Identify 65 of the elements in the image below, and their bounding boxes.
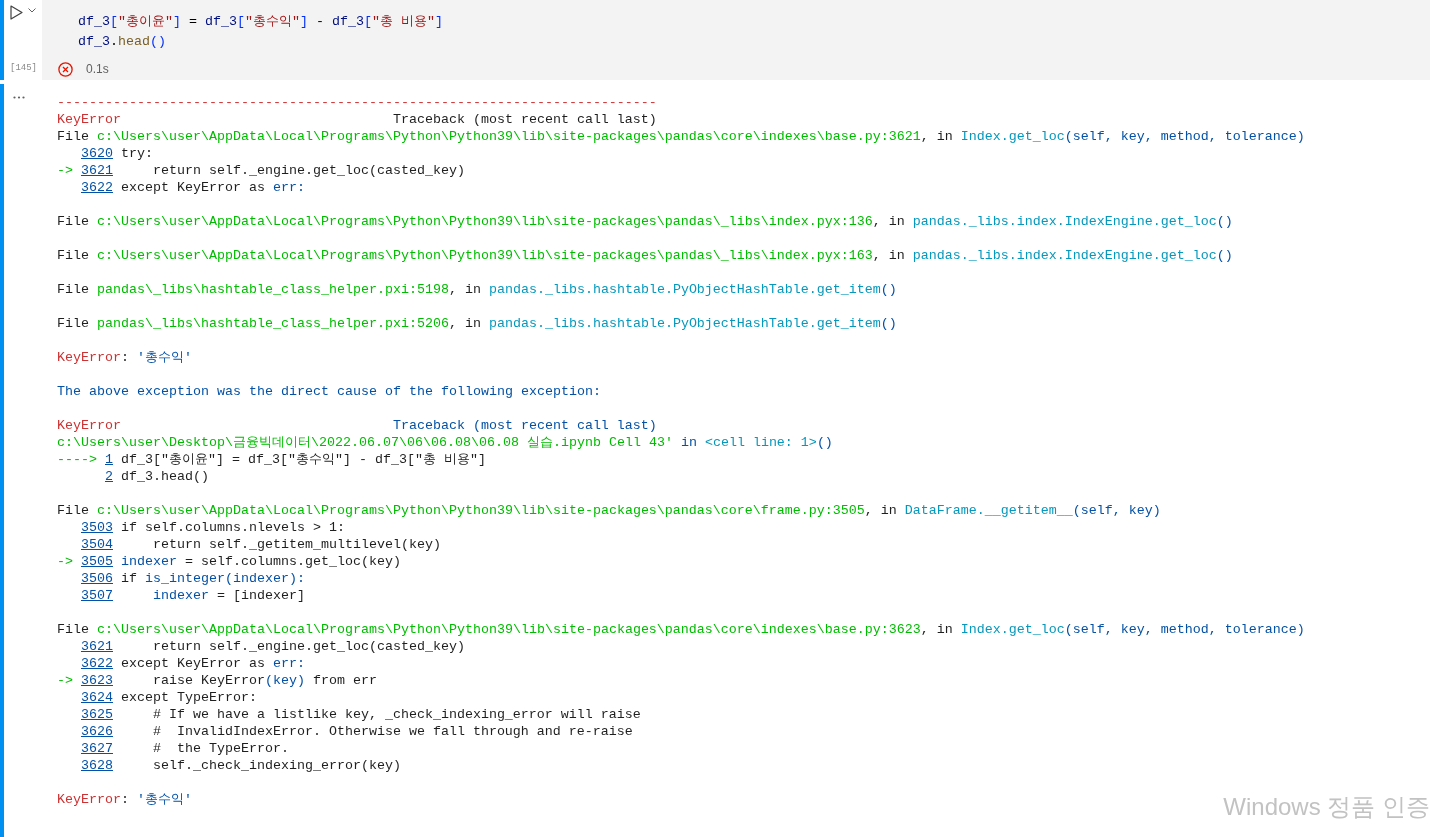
line-number-link[interactable]: 3503 — [81, 519, 113, 536]
current-line-arrow: ----> — [57, 452, 97, 467]
line-number-link[interactable]: 3626 — [81, 723, 113, 740]
code-text: # the TypeError. — [152, 740, 289, 757]
error-name: KeyError — [57, 112, 121, 127]
traceback-heading: Traceback (most recent call last) — [392, 417, 657, 434]
code-text: if is_integer(indexer): — [120, 570, 305, 587]
traceback-heading: Traceback (most recent call last) — [392, 111, 657, 128]
line-number-link[interactable]: 3504 — [81, 536, 113, 553]
code-text: df_3["총이윤"] = df_3["총수익"] - df_3["총 비용"] — [120, 451, 486, 468]
line-number-link[interactable]: 3505 — [81, 553, 113, 570]
line-number-link[interactable]: 3625 — [81, 706, 113, 723]
current-line-arrow: -> — [57, 554, 73, 569]
code-text: # InvalidIndexError. Otherwise we fall through and re-raise — [152, 723, 633, 740]
line-number-link[interactable]: 3622 — [81, 655, 113, 672]
code-text: indexer = [indexer] — [152, 587, 305, 604]
traceback-file-line: File c:\Users\user\AppData\Local\Programs\Python\Python39\lib\site-packages\pandas\core\indexes\base.py:3623, in Index.get_loc(self, key, method, tolerance) — [57, 621, 1305, 638]
error-message: KeyError: '총수익' — [57, 791, 192, 808]
code-text: indexer = self.columns.get_loc(key) — [120, 553, 401, 570]
code-text: return self._engine.get_loc(casted_key) — [152, 162, 465, 179]
traceback-file-line: File c:\Users\user\AppData\Local\Programs\Python\Python39\lib\site-packages\pandas\core\indexes\base.py:3621, in Index.get_loc(self, key, method, tolerance) — [57, 128, 1305, 145]
line-number-link[interactable]: 3621 — [81, 162, 113, 179]
code-text: return self._getitem_multilevel(key) — [152, 536, 441, 553]
line-number-link[interactable]: 3507 — [81, 587, 113, 604]
code-text: df_3.head() — [120, 468, 209, 485]
dashed-separator: --------------------------------------------------------------------------- — [57, 94, 657, 111]
code-text: try: — [120, 145, 153, 162]
traceback-file-line: File c:\Users\user\AppData\Local\Programs\Python\Python39\lib\site-packages\pandas\core\frame.py:3505, in DataFrame.__getitem__(self, key) — [57, 502, 1161, 519]
windows-activation-notice: Windows 정품 인증 — [1223, 793, 1430, 821]
code-text: return self._engine.get_loc(casted_key) — [152, 638, 465, 655]
traceback-file-line: File c:\Users\user\AppData\Local\Programs\Python\Python39\lib\site-packages\pandas\_libs\index.pyx:163, in pandas._libs.index.IndexEngine.get_loc() — [57, 247, 1233, 264]
error-message: KeyError: '총수익' — [57, 349, 192, 366]
line-number-link[interactable]: 2 — [105, 468, 113, 485]
code-text: # If we have a listlike key, _check_indexing_error will raise — [152, 706, 641, 723]
code-text: self._check_indexing_error(key) — [152, 757, 401, 774]
line-number-link[interactable]: 3621 — [81, 638, 113, 655]
code-text: raise KeyError(key) from err — [152, 672, 377, 689]
line-number-link[interactable]: 3622 — [81, 179, 113, 196]
line-number-link[interactable]: 3624 — [81, 689, 113, 706]
current-line-arrow: -> — [57, 673, 73, 688]
code-text: except TypeError: — [120, 689, 257, 706]
code-text: except KeyError as err: — [120, 655, 305, 672]
error-icon — [58, 61, 73, 77]
line-number-link[interactable]: 3627 — [81, 740, 113, 757]
error-name: KeyError — [57, 418, 121, 433]
exception-chain-note: The above exception was the direct cause of the following exception: — [57, 383, 601, 400]
line-number-link[interactable]: 3620 — [81, 145, 113, 162]
code-text: if self.columns.nlevels > 1: — [120, 519, 345, 536]
execution-count: [145] — [10, 62, 37, 74]
traceback-cell-location: c:\Users\user\Desktop\금융빅데이터\2022.06.07\06\06.08\06.08 실습.ipynb Cell 43' in <cell line: 1>() — [57, 434, 833, 451]
chevron-down-icon[interactable] — [28, 8, 36, 13]
line-number-link[interactable]: 3628 — [81, 757, 113, 774]
play-icon[interactable] — [10, 5, 23, 20]
traceback-file-line: File c:\Users\user\AppData\Local\Programs\Python\Python39\lib\site-packages\pandas\_libs\index.pyx:136, in pandas._libs.index.IndexEngine.get_loc() — [57, 213, 1233, 230]
code-text: except KeyError as err: — [120, 179, 305, 196]
code-line: df_3["총이윤"] = df_3["총수익"] - df_3["총 비용"] — [78, 13, 444, 31]
execution-duration: 0.1s — [86, 61, 109, 78]
line-number-link[interactable]: 3623 — [81, 672, 113, 689]
line-number-link[interactable]: 3506 — [81, 570, 113, 587]
code-line: df_3.head() — [78, 33, 167, 51]
traceback-file-line: File pandas\_libs\hashtable_class_helper.pxi:5198, in pandas._libs.hashtable.PyObjectHashTable.get_item() — [57, 281, 897, 298]
ellipsis-icon[interactable] — [13, 96, 25, 99]
line-number-link[interactable]: 1 — [105, 451, 113, 468]
traceback-file-line: File pandas\_libs\hashtable_class_helper.pxi:5206, in pandas._libs.hashtable.PyObjectHashTable.get_item() — [57, 315, 897, 332]
current-line-arrow: -> — [57, 163, 73, 178]
